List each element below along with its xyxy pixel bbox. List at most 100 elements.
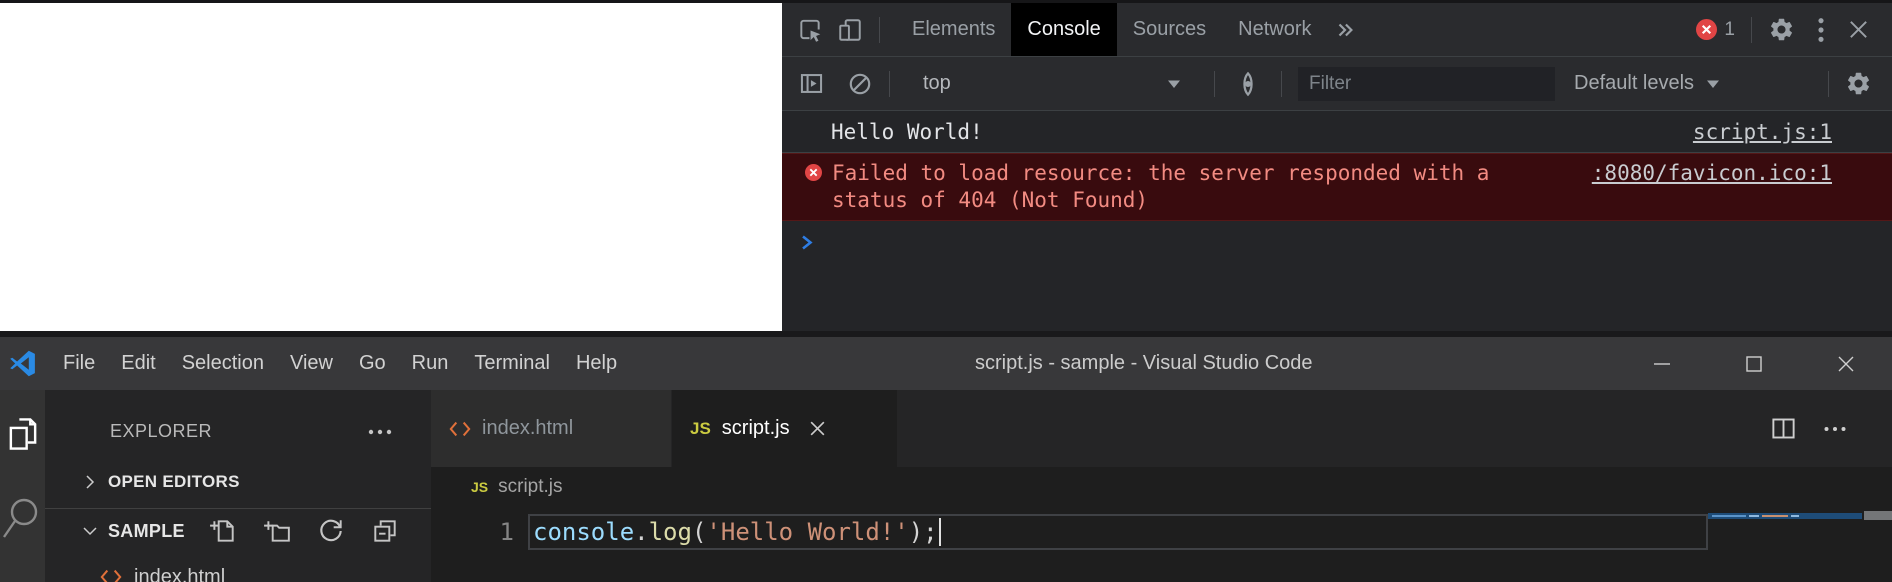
browser-viewport[interactable] [0, 3, 782, 331]
refresh-icon[interactable] [317, 517, 345, 545]
js-icon: JS [471, 479, 488, 495]
editor-group: index.html JS script.js [431, 390, 1892, 582]
prompt-chevron-icon [801, 234, 813, 251]
maximize-button[interactable] [1708, 337, 1800, 390]
devtools-settings-gear-icon[interactable] [1768, 16, 1795, 43]
divider [1281, 71, 1282, 97]
live-expression-eye-icon[interactable] [1233, 69, 1263, 99]
code-editor[interactable]: 1 console.log('Hello World!'); [431, 507, 1892, 582]
context-selector-dropdown[interactable]: top [906, 72, 1198, 95]
devtools-tabbar-right: 1 [1696, 16, 1892, 44]
menu-terminal[interactable]: Terminal [461, 352, 563, 375]
devtools-panel: Elements Console Sources Network 1 [782, 3, 1892, 331]
divider [889, 71, 890, 97]
text-cursor [939, 518, 941, 546]
overview-ruler-cursor-marker[interactable] [1864, 511, 1892, 520]
open-editors-section[interactable]: OPEN EDITORS [45, 467, 431, 497]
new-file-icon[interactable] [209, 517, 237, 545]
console-filter-input[interactable] [1298, 67, 1555, 101]
devtools-tab-network[interactable]: Network [1222, 3, 1327, 56]
error-line-1: Failed to load resource: the server resp… [832, 161, 1489, 185]
devtools-tab-elements[interactable]: Elements [896, 3, 1011, 56]
device-toolbar-icon[interactable] [837, 17, 863, 43]
more-actions-icon[interactable] [1823, 425, 1847, 433]
current-line[interactable]: console.log('Hello World!'); [528, 514, 1708, 550]
explorer-icon[interactable] [7, 417, 39, 451]
kebab-menu-icon[interactable] [1817, 16, 1825, 44]
breadcrumb[interactable]: JS script.js [431, 467, 1892, 507]
sidebar-divider [45, 508, 431, 509]
vscode-window: File Edit Selection View Go Run Terminal… [0, 331, 1892, 582]
window-title: script.js - sample - Visual Studio Code [975, 337, 1313, 390]
menu-bar: File Edit Selection View Go Run Terminal… [50, 352, 630, 375]
explorer-more-actions-icon[interactable] [367, 428, 393, 436]
editor-actions [1770, 390, 1892, 467]
context-selector-value: top [923, 72, 951, 95]
menu-selection[interactable]: Selection [169, 352, 277, 375]
vscode-logo-icon [9, 350, 36, 377]
window-close-button[interactable] [1800, 337, 1892, 390]
chevron-down-icon [81, 522, 99, 540]
tab-index-html[interactable]: index.html [431, 390, 672, 467]
new-folder-icon[interactable] [263, 517, 291, 545]
window-controls [1616, 337, 1892, 390]
code-token: 'Hello World!' [706, 518, 908, 546]
log-levels-value: Default levels [1574, 72, 1694, 95]
error-line-2: status of 404 (Not Found) [832, 188, 1148, 212]
error-circle-icon [805, 164, 822, 181]
breadcrumb-file[interactable]: script.js [498, 476, 562, 498]
file-name: index.html [134, 566, 225, 582]
console-source-link[interactable]: script.js:1 [1693, 120, 1832, 144]
devtools-close-icon[interactable] [1847, 18, 1870, 41]
devtools-tab-sources[interactable]: Sources [1117, 3, 1222, 56]
menu-view[interactable]: View [277, 352, 346, 375]
code-token: ); [909, 518, 938, 546]
console-sidebar-icon[interactable] [798, 70, 825, 97]
menu-help[interactable]: Help [563, 352, 630, 375]
log-levels-dropdown[interactable]: Default levels [1574, 72, 1720, 95]
divider [1828, 71, 1829, 97]
console-toolbar: top Default levels [782, 57, 1892, 111]
error-badge-icon[interactable] [1696, 19, 1717, 40]
code-token: log [649, 518, 692, 546]
more-tabs-icon[interactable] [1334, 19, 1356, 41]
file-item-index-html[interactable]: index.html [45, 561, 431, 582]
html-icon [100, 567, 122, 582]
menu-edit[interactable]: Edit [108, 352, 168, 375]
search-icon[interactable] [3, 497, 43, 539]
menu-go[interactable]: Go [346, 352, 399, 375]
collapse-all-icon[interactable] [371, 517, 399, 545]
code-token: . [634, 518, 648, 546]
tab-close-icon[interactable] [808, 419, 827, 438]
minimap[interactable] [1708, 507, 1862, 582]
explorer-actions [209, 517, 399, 545]
menu-run[interactable]: Run [399, 352, 462, 375]
menu-file[interactable]: File [50, 352, 108, 375]
console-message-log: Hello World! script.js:1 [782, 111, 1892, 153]
js-icon: JS [690, 419, 711, 439]
dropdown-arrow-icon [1706, 79, 1720, 89]
tab-script-js[interactable]: JS script.js [672, 390, 897, 467]
console-source-link[interactable]: :8080/favicon.ico:1 [1592, 160, 1832, 187]
inspect-element-icon[interactable] [797, 17, 823, 43]
divider [1751, 17, 1752, 43]
vscode-titlebar: File Edit Selection View Go Run Terminal… [0, 337, 1892, 390]
console-prompt[interactable] [782, 221, 1892, 251]
open-editors-label: OPEN EDITORS [108, 472, 240, 492]
minimize-button[interactable] [1616, 337, 1708, 390]
chevron-right-icon [81, 473, 99, 491]
tab-label: script.js [722, 417, 790, 440]
split-editor-icon[interactable] [1770, 415, 1797, 442]
tab-label: index.html [482, 417, 573, 440]
dropdown-arrow-icon [1167, 79, 1181, 89]
code-token: console [533, 518, 634, 546]
explorer-sidebar: EXPLORER OPEN EDITORS SAMPLE [45, 390, 431, 582]
explorer-title: EXPLORER [110, 421, 212, 442]
screenshot-root: Elements Console Sources Network 1 [0, 0, 1892, 582]
divider [879, 17, 880, 43]
console-settings-gear-icon[interactable] [1845, 70, 1872, 97]
clear-console-icon[interactable] [847, 71, 873, 97]
folder-section-sample[interactable]: SAMPLE [45, 511, 431, 551]
devtools-tab-console[interactable]: Console [1011, 3, 1116, 56]
line-number: 1 [431, 518, 528, 546]
